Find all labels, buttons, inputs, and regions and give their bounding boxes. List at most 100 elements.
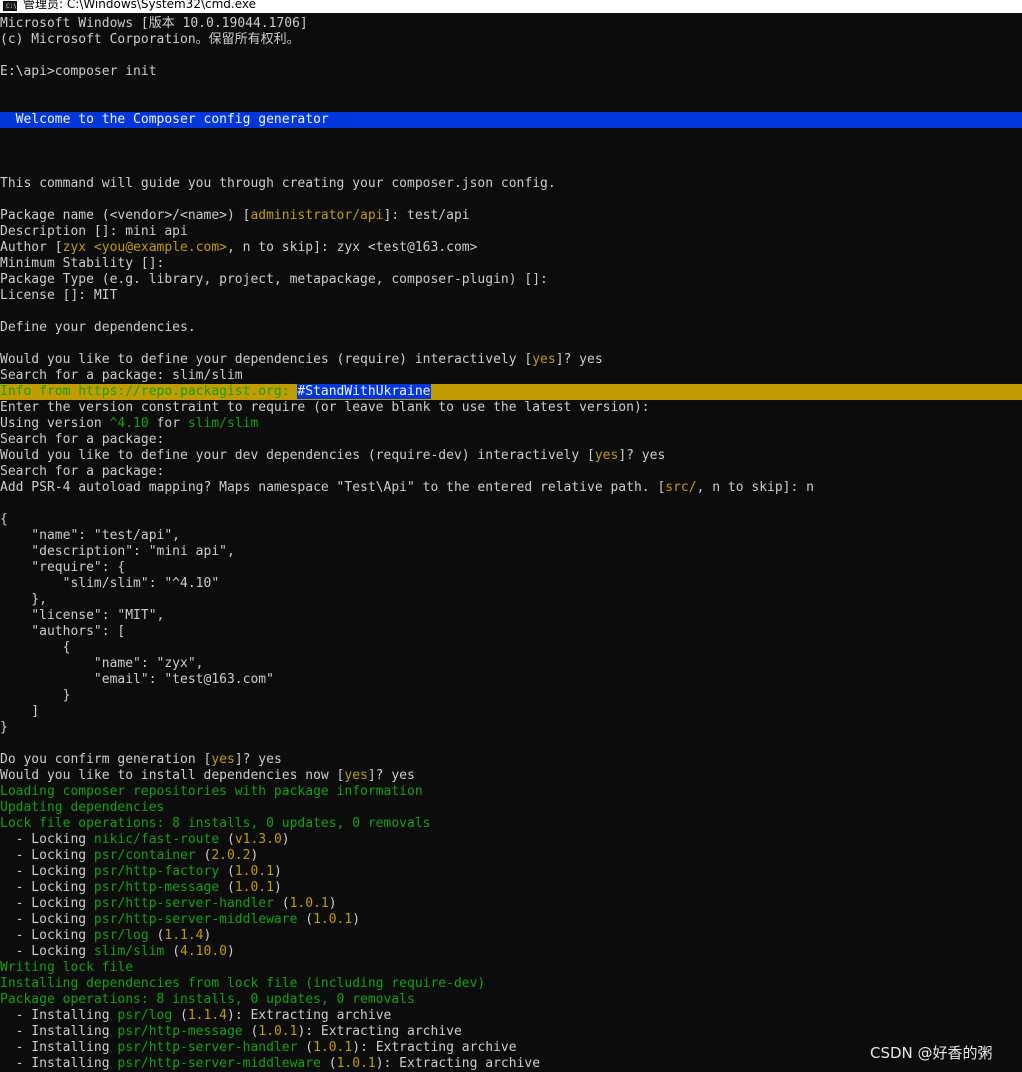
console-text: Installing dependencies from lock file (… xyxy=(0,976,486,991)
console-text: , n to skip]: zyx <test@163.com> xyxy=(227,240,478,255)
console-text: Enter the version constraint to require … xyxy=(0,400,650,415)
console-line: Search for a package: xyxy=(0,432,1022,448)
console-text: Package Type (e.g. library, project, met… xyxy=(0,272,548,287)
console-text: Add PSR-4 autoload mapping? Maps namespa… xyxy=(0,480,666,495)
console-line: } xyxy=(0,688,1022,704)
console-text: - Installing xyxy=(0,1008,118,1023)
console-text: }, xyxy=(0,592,47,607)
console-line: Package operations: 8 installs, 0 update… xyxy=(0,992,1022,1008)
console-text: - Locking xyxy=(0,928,94,943)
console-text: yes xyxy=(211,752,235,767)
console-line: Minimum Stability []: xyxy=(0,256,1022,272)
console-line: Installing dependencies from lock file (… xyxy=(0,976,1022,992)
console-text: Package name (<vendor>/<name>) [ xyxy=(0,208,251,223)
console-text: Would you like to define your dev depend… xyxy=(0,448,595,463)
console-text: yes xyxy=(594,448,619,463)
console-text: 2.0.2 xyxy=(211,848,251,863)
console-text: ( xyxy=(219,832,235,847)
console-line: "license": "MIT", xyxy=(0,608,1022,624)
console-text: ( xyxy=(320,1056,337,1071)
console-text: ( xyxy=(219,864,235,879)
console-line: License []: MIT xyxy=(0,288,1022,304)
console-text: "name": "zyx", xyxy=(0,656,204,671)
console-text: ) xyxy=(250,848,259,863)
console-line: } xyxy=(0,720,1022,736)
console-text: ( xyxy=(242,1024,259,1039)
console-text: 1.0.1 xyxy=(289,896,329,911)
console-text: - Locking xyxy=(0,848,94,863)
console-text: ^4.10 xyxy=(109,416,149,431)
console-line: Updating dependencies xyxy=(0,800,1022,816)
console-line: - Locking psr/container (2.0.2) xyxy=(0,848,1022,864)
console-line: (c) Microsoft Corporation。保留所有权利。 xyxy=(0,32,1022,48)
console-text: slim/slim xyxy=(187,416,259,431)
console-text: - Locking xyxy=(0,912,94,927)
console-line: "name": "test/api", xyxy=(0,528,1022,544)
console-text: ) xyxy=(281,832,290,847)
console-text: 1.0.1 xyxy=(336,1056,376,1071)
console-line: - Installing psr/http-server-middleware … xyxy=(0,1056,1022,1072)
console-text: ) xyxy=(273,864,282,879)
console-text: ) xyxy=(328,896,337,911)
console-text: Define your dependencies. xyxy=(0,320,196,335)
console-line: - Locking psr/http-server-handler (1.0.1… xyxy=(0,896,1022,912)
cmd-icon: C:\ xyxy=(3,1,17,11)
console-line: - Installing psr/http-message (1.0.1): E… xyxy=(0,1024,1022,1040)
console-line: Description []: mini api xyxy=(0,224,1022,240)
console-text: { xyxy=(0,512,8,527)
console-line: Package Type (e.g. library, project, met… xyxy=(0,272,1022,288)
console-text: "require": { xyxy=(0,560,126,575)
console-line: - Locking slim/slim (4.10.0) xyxy=(0,944,1022,960)
console-text: - Installing xyxy=(0,1056,118,1071)
console-line: Loading composer repositories with packa… xyxy=(0,784,1022,800)
console-text: Microsoft Windows [版本 10.0.19044.1706] xyxy=(0,16,308,31)
console-text: Search for a package: xyxy=(0,432,165,447)
console-line: Would you like to define your dependenci… xyxy=(0,352,1022,368)
console-line: Lock file operations: 8 installs, 0 upda… xyxy=(0,816,1022,832)
console-text: psr/http-server-handler xyxy=(117,1040,298,1055)
console-text: Writing lock file xyxy=(0,960,134,975)
console-text: Info from https://repo.packagist.org: xyxy=(0,384,298,399)
title-bar[interactable]: C:\ 管理员: C:\Windows\System32\cmd.exe xyxy=(0,0,1022,13)
console-line: "description": "mini api", xyxy=(0,544,1022,560)
console-text: "authors": [ xyxy=(0,624,126,639)
console-text: Updating dependencies xyxy=(0,800,165,815)
console-output[interactable]: Microsoft Windows [版本 10.0.19044.1706] (c… xyxy=(0,16,1022,1072)
console-line: Define your dependencies. xyxy=(0,320,1022,336)
console-text: ( xyxy=(273,896,290,911)
console-text: psr/container xyxy=(93,848,196,863)
console-text: ( xyxy=(219,880,235,895)
console-text: "license": "MIT", xyxy=(0,608,165,623)
console-text: psr/http-server-middleware xyxy=(93,912,298,927)
console-text: v1.3.0 xyxy=(234,832,282,847)
console-text: License []: MIT xyxy=(0,288,118,303)
console-text: ) xyxy=(352,912,361,927)
console-line: Add PSR-4 autoload mapping? Maps namespa… xyxy=(0,480,1022,496)
console-text: 1.0.1 xyxy=(258,1024,298,1039)
console-text: - Locking xyxy=(0,864,94,879)
console-line: "authors": [ xyxy=(0,624,1022,640)
console-text: zyx <you@example.com> xyxy=(62,240,227,255)
console-text: ) xyxy=(227,944,235,959)
console-text: ( xyxy=(164,944,181,959)
console-text: Search for a package: slim/slim xyxy=(0,368,243,383)
console-line: Search for a package: slim/slim xyxy=(0,368,1022,384)
console-text: Package operations: 8 installs, 0 update… xyxy=(0,992,415,1007)
console-text: ]? yes xyxy=(367,768,415,783)
console-text: ( xyxy=(195,848,212,863)
console-text: ( xyxy=(172,1008,188,1023)
console-text: - Locking xyxy=(0,896,94,911)
console-line: - Installing psr/http-server-handler (1.… xyxy=(0,1040,1022,1056)
console-text: psr/log xyxy=(117,1008,173,1023)
console-text: psr/http-factory xyxy=(93,864,220,879)
console-text: 1.1.4 xyxy=(187,1008,227,1023)
